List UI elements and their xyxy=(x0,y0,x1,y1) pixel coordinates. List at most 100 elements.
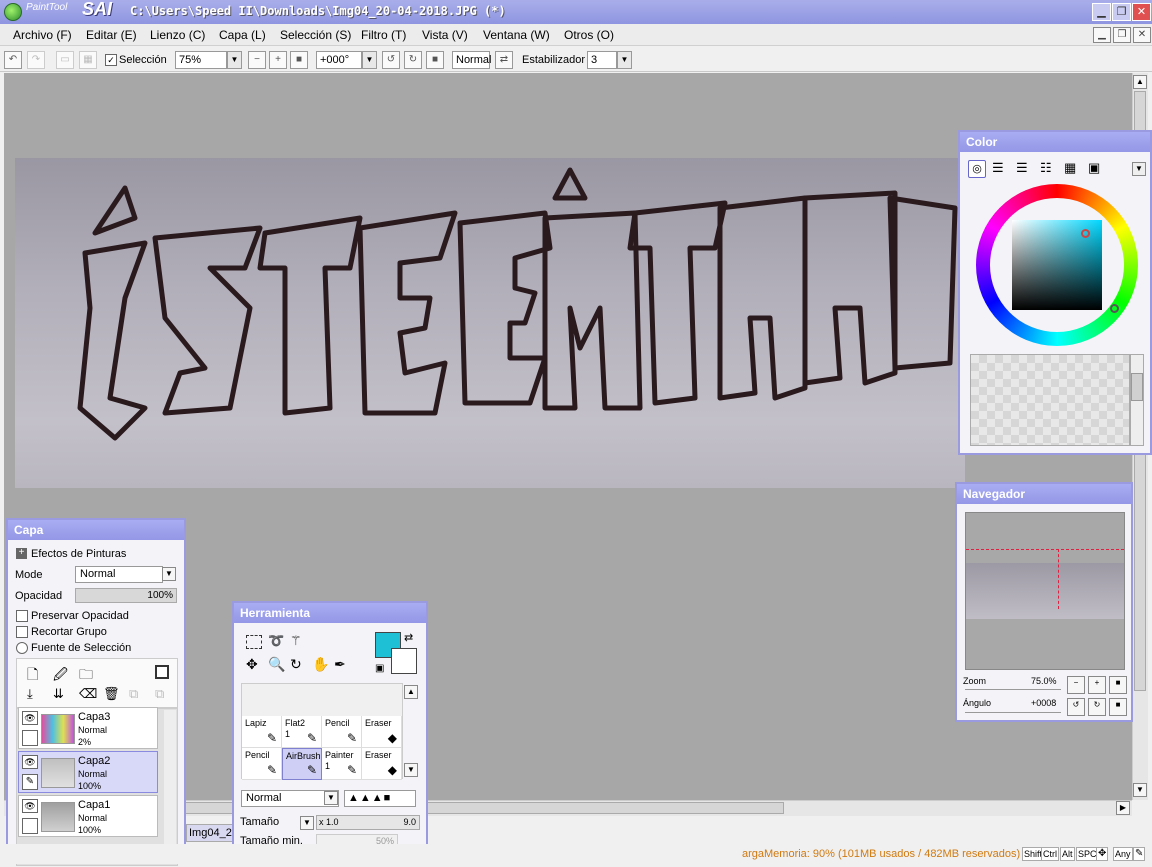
color-wheel-tab-icon[interactable]: ◎ xyxy=(968,160,986,178)
move-icon[interactable]: ✥ xyxy=(246,656,258,673)
redo-icon[interactable]: ↷ xyxy=(27,51,45,69)
hue-ring[interactable] xyxy=(976,184,1138,346)
layer-row[interactable]: 👁 ✎ Capa2 Normal 100% xyxy=(18,751,158,793)
menu-filtro[interactable]: Filtro (T) xyxy=(361,28,406,42)
new-vector-layer-icon[interactable]: 🖉 xyxy=(53,664,68,688)
link-mask-icon[interactable]: ⧉ xyxy=(155,686,164,702)
menu-ventana[interactable]: Ventana (W) xyxy=(483,28,550,42)
rotate-reset-icon[interactable]: ■ xyxy=(426,51,444,69)
menu-vista[interactable]: Vista (V) xyxy=(422,28,468,42)
eyedropper-icon[interactable]: ✒ xyxy=(334,656,346,673)
visibility-eye-icon[interactable]: 👁 xyxy=(22,755,38,769)
clip-group-checkbox[interactable] xyxy=(16,626,28,638)
paint-effects-label[interactable]: Efectos de Pinturas xyxy=(31,548,126,560)
selection-source-radio[interactable] xyxy=(16,642,28,654)
scroll-up-icon[interactable]: ▲ xyxy=(1133,75,1147,89)
stabilizer-dropdown-icon[interactable]: ▼ xyxy=(617,51,632,69)
zoom-tool-icon[interactable]: 🔍 xyxy=(268,656,285,673)
lasso-icon[interactable]: ➰ xyxy=(268,633,284,649)
layer-row[interactable]: 👁 Capa3 Normal 2% xyxy=(18,707,158,749)
undo-icon[interactable]: ↶ xyxy=(4,51,22,69)
menu-lienzo[interactable]: Lienzo (C) xyxy=(150,28,205,42)
nav-rotate-reset-icon[interactable]: ■ xyxy=(1109,698,1127,716)
merge-down-icon[interactable]: ⇊ xyxy=(53,686,64,702)
nav-zoom-out-icon[interactable]: − xyxy=(1067,676,1085,694)
angle-dropdown-icon[interactable]: ▼ xyxy=(362,51,377,69)
visibility-eye-icon[interactable]: 👁 xyxy=(22,711,38,725)
layer-lock-icon[interactable] xyxy=(22,818,38,834)
selection-checkbox[interactable]: ✓ xyxy=(105,54,117,66)
nav-rotate-cw-icon[interactable]: ↻ xyxy=(1088,698,1106,716)
mdi-restore-button[interactable]: ❐ xyxy=(1113,27,1131,43)
rotate-tool-icon[interactable]: ↻ xyxy=(290,656,302,673)
transfer-down-icon[interactable]: ⤓ xyxy=(27,686,33,702)
nav-zoom-in-icon[interactable]: + xyxy=(1088,676,1106,694)
delete-layer-icon[interactable]: 🗑 xyxy=(103,686,120,702)
stabilizer-field[interactable]: 3 xyxy=(587,51,617,69)
color-scratchpad[interactable] xyxy=(970,354,1130,446)
layer-list-scrollbar[interactable] xyxy=(164,710,176,860)
size-dropdown-icon[interactable]: ▼ xyxy=(300,816,314,830)
brush-cell[interactable]: Pencil ✎ xyxy=(322,716,362,748)
menu-archivo[interactable]: Archivo (F) xyxy=(13,28,72,42)
mode-select[interactable]: Normal xyxy=(75,566,163,583)
scroll-right-icon[interactable]: ▶ xyxy=(1116,801,1130,815)
navigator-preview[interactable] xyxy=(965,512,1125,670)
mode-dropdown-icon[interactable]: ▼ xyxy=(162,567,176,581)
mdi-minimize-button[interactable]: ▁ xyxy=(1093,27,1111,43)
brush-cell[interactable]: Painter 1 ✎ xyxy=(322,748,362,780)
opacity-slider[interactable]: 100% xyxy=(75,588,177,603)
new-folder-icon[interactable]: 🗀 xyxy=(79,664,93,688)
scratchpad-scrollbar[interactable] xyxy=(1130,354,1144,446)
secondary-color-swatch[interactable] xyxy=(391,648,417,674)
invert-selection-icon[interactable]: ▦ xyxy=(79,51,97,69)
zoom-dropdown-icon[interactable]: ▼ xyxy=(227,51,242,69)
size-slider[interactable]: x 1.0 9.0 xyxy=(316,815,420,830)
new-layer-icon[interactable]: 🗋 xyxy=(27,664,38,688)
swap-colors-icon[interactable]: ⇄ xyxy=(404,631,413,644)
menu-capa[interactable]: Capa (L) xyxy=(219,28,266,42)
brush-lock-icon[interactable]: ✎ xyxy=(22,774,38,790)
menu-seleccion[interactable]: Selección (S) xyxy=(280,28,351,42)
menu-editar[interactable]: Editar (E) xyxy=(86,28,137,42)
brush-cell[interactable]: Eraser ◆ xyxy=(362,748,402,780)
hue-cursor[interactable] xyxy=(1110,304,1119,313)
transparent-color-icon[interactable]: ▣ xyxy=(375,663,384,674)
hsv-slider-tab-icon[interactable]: ☰ xyxy=(1016,160,1028,176)
rotate-ccw-icon[interactable]: ↺ xyxy=(382,51,400,69)
rotate-cw-icon[interactable]: ↻ xyxy=(404,51,422,69)
document-tab[interactable]: Img04_20 xyxy=(186,824,238,842)
zoom-field[interactable]: 75% xyxy=(175,51,227,69)
angle-field[interactable]: +000° xyxy=(316,51,362,69)
nav-angle-slider[interactable] xyxy=(965,712,1061,713)
close-window-button[interactable]: ✕ xyxy=(1132,3,1151,21)
canvas-image[interactable] xyxy=(15,158,965,488)
nav-rotate-ccw-icon[interactable]: ↺ xyxy=(1067,698,1085,716)
hand-icon[interactable]: ✋ xyxy=(312,656,329,673)
swatch-tab-icon[interactable]: ▦ xyxy=(1064,160,1076,176)
zoom-reset-icon[interactable]: ■ xyxy=(290,51,308,69)
blend-field[interactable]: Normal xyxy=(452,51,491,69)
zoom-out-icon[interactable]: − xyxy=(248,51,266,69)
minimize-window-button[interactable]: ▁ xyxy=(1092,3,1111,21)
mix-tab-icon[interactable]: ☷ xyxy=(1040,160,1052,176)
visibility-eye-icon[interactable]: 👁 xyxy=(22,799,38,813)
brush-cell[interactable]: Eraser ◆ xyxy=(362,716,402,748)
rgb-slider-tab-icon[interactable]: ☰ xyxy=(992,160,1004,176)
rect-select-icon[interactable] xyxy=(246,635,262,649)
sv-cursor[interactable] xyxy=(1081,229,1090,238)
clear-layer-icon[interactable]: ⌫ xyxy=(79,686,97,702)
magic-wand-icon[interactable]: ⚚ xyxy=(290,633,302,649)
scroll-down-icon[interactable]: ▼ xyxy=(1133,783,1147,797)
brush-blend-dropdown-icon[interactable]: ▼ xyxy=(324,791,338,805)
flip-icon[interactable]: ⇄ xyxy=(495,51,513,69)
mask-icon[interactable] xyxy=(155,665,169,679)
brush-shape-selector[interactable]: ▲▲▲■ xyxy=(344,790,416,807)
apply-mask-icon[interactable]: ⧉ xyxy=(129,686,138,702)
expand-effects-icon[interactable]: + xyxy=(16,548,27,559)
deselect-icon[interactable]: ▭ xyxy=(56,51,74,69)
brush-cell[interactable]: Pencil ✎ xyxy=(242,748,282,780)
brush-cell[interactable]: Flat2 1 ✎ xyxy=(282,716,322,748)
mdi-close-button[interactable]: ✕ xyxy=(1133,27,1151,43)
brush-cell[interactable]: Lapiz ✎ xyxy=(242,716,282,748)
